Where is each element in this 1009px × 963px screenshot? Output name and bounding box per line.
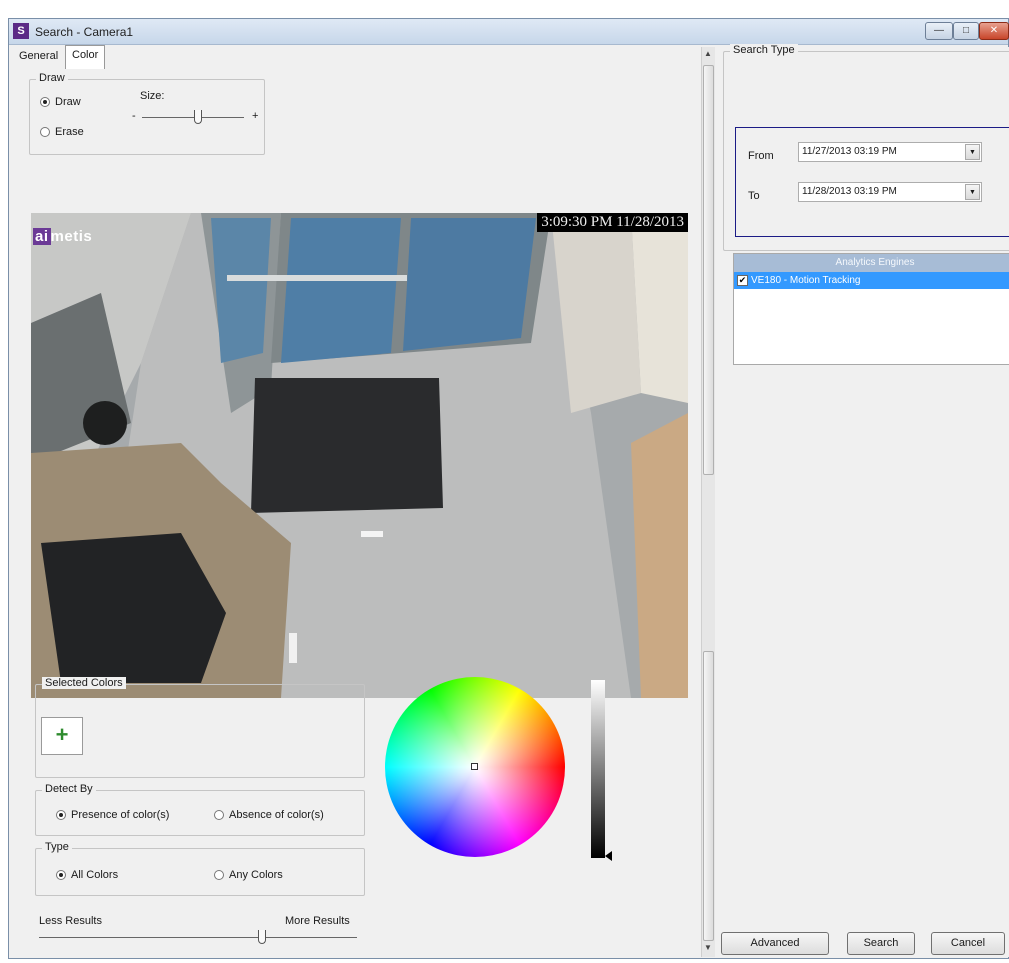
cancel-button[interactable]: Cancel [931, 932, 1005, 955]
logo-text: metis [50, 228, 93, 245]
search-window: S Search - Camera1 — □ ✕ General Color D… [8, 18, 1009, 959]
scroll-down-icon[interactable]: ▼ [704, 943, 712, 952]
logo-mark: ai [33, 228, 51, 245]
results-slider-track[interactable] [39, 937, 357, 938]
brightness-bar[interactable] [591, 680, 605, 858]
type-group: Type All Colors Any Colors [35, 841, 365, 896]
all-colors-radio[interactable]: All Colors [56, 869, 118, 881]
to-label: To [748, 190, 760, 202]
search-button[interactable]: Search [847, 932, 915, 955]
ametis-logo: ai metis [33, 228, 92, 245]
chevron-down-icon[interactable]: ▼ [965, 184, 980, 200]
tab-general[interactable]: General [13, 47, 64, 67]
all-colors-radio-label: All Colors [71, 869, 119, 881]
presence-radio-label: Presence of color(s) [71, 809, 170, 821]
draw-radio-label: Draw [55, 96, 81, 108]
any-colors-radio-label: Any Colors [229, 869, 283, 881]
selected-colors-group: Selected Colors [35, 677, 365, 778]
to-date-dropdown[interactable]: 11/28/2013 03:19 PM ▼ [798, 182, 982, 202]
less-results-label: Less Results [39, 915, 102, 927]
chevron-down-icon[interactable]: ▼ [965, 144, 980, 160]
analytics-engine-item[interactable]: ✔ VE180 - Motion Tracking [734, 272, 1009, 289]
detect-by-label: Detect By [42, 783, 96, 795]
color-tab-panel: Draw Draw Erase Size: - + 3:09:30 PM 11/… [15, 67, 695, 957]
scroll-up-icon[interactable]: ▲ [704, 49, 712, 58]
camera-scene [31, 213, 688, 698]
from-date-value: 11/27/2013 03:19 PM [802, 146, 897, 157]
maximize-icon[interactable]: □ [953, 22, 979, 40]
selected-colors-label: Selected Colors [42, 677, 126, 689]
absence-radio[interactable]: Absence of color(s) [214, 809, 324, 821]
title-bar: S Search - Camera1 — □ ✕ [9, 19, 1009, 45]
from-label: From [748, 150, 774, 162]
size-slider-thumb[interactable] [194, 110, 203, 124]
detect-by-group: Detect By Presence of color(s) Absence o… [35, 783, 365, 836]
advanced-button[interactable]: Advanced [721, 932, 829, 955]
results-slider-thumb[interactable] [257, 930, 266, 944]
size-label: Size: [140, 90, 165, 102]
scroll-thumb-upper[interactable] [703, 65, 714, 475]
search-type-label: Search Type [730, 44, 798, 56]
radio-selected-icon [56, 870, 66, 880]
type-label: Type [42, 841, 72, 853]
radio-unselected-icon [214, 810, 224, 820]
more-results-label: More Results [285, 915, 350, 927]
erase-radio[interactable]: Erase [40, 126, 84, 138]
camera-video-frame[interactable]: 3:09:30 PM 11/28/2013 ai metis [31, 213, 688, 698]
size-plus-label: + [252, 110, 259, 122]
draw-group-label: Draw [36, 72, 68, 84]
window-title: Search - Camera1 [35, 25, 134, 39]
any-colors-radio[interactable]: Any Colors [214, 869, 283, 881]
presence-radio[interactable]: Presence of color(s) [56, 809, 169, 821]
analytics-engine-label: VE180 - Motion Tracking [751, 275, 861, 286]
splitter-scrollbar[interactable]: ▲ ▼ [701, 47, 715, 957]
close-icon[interactable]: ✕ [979, 22, 1009, 40]
size-minus-label: - [132, 110, 136, 122]
add-color-button[interactable]: + [41, 717, 83, 755]
size-slider-track[interactable] [142, 117, 244, 118]
color-wheel-marker[interactable] [471, 763, 478, 770]
absence-radio-label: Absence of color(s) [229, 809, 324, 821]
search-options-panel: Search Type From 11/27/2013 03:19 PM ▼ T… [717, 44, 1009, 957]
brightness-arrow-icon[interactable] [605, 851, 612, 861]
tab-color[interactable]: Color [65, 45, 106, 69]
to-date-value: 11/28/2013 03:19 PM [802, 186, 897, 197]
erase-radio-label: Erase [55, 126, 84, 138]
video-timestamp: 3:09:30 PM 11/28/2013 [537, 213, 688, 232]
checkbox-checked-icon[interactable]: ✔ [737, 275, 748, 286]
radio-unselected-icon [214, 870, 224, 880]
analytics-engines-list: Analytics Engines ✔ VE180 - Motion Track… [733, 253, 1009, 365]
app-icon: S [13, 23, 29, 39]
date-range-box: From 11/27/2013 03:19 PM ▼ To 11/28/2013… [735, 127, 1009, 237]
draw-group: Draw Draw Erase Size: - + [29, 72, 265, 155]
from-date-dropdown[interactable]: 11/27/2013 03:19 PM ▼ [798, 142, 982, 162]
radio-unselected-icon [40, 127, 50, 137]
radio-selected-icon [40, 97, 50, 107]
analytics-engines-header: Analytics Engines [734, 254, 1009, 272]
scroll-thumb-lower[interactable] [703, 651, 714, 941]
radio-selected-icon [56, 810, 66, 820]
draw-radio[interactable]: Draw [40, 96, 81, 108]
minimize-icon[interactable]: — [925, 22, 953, 40]
